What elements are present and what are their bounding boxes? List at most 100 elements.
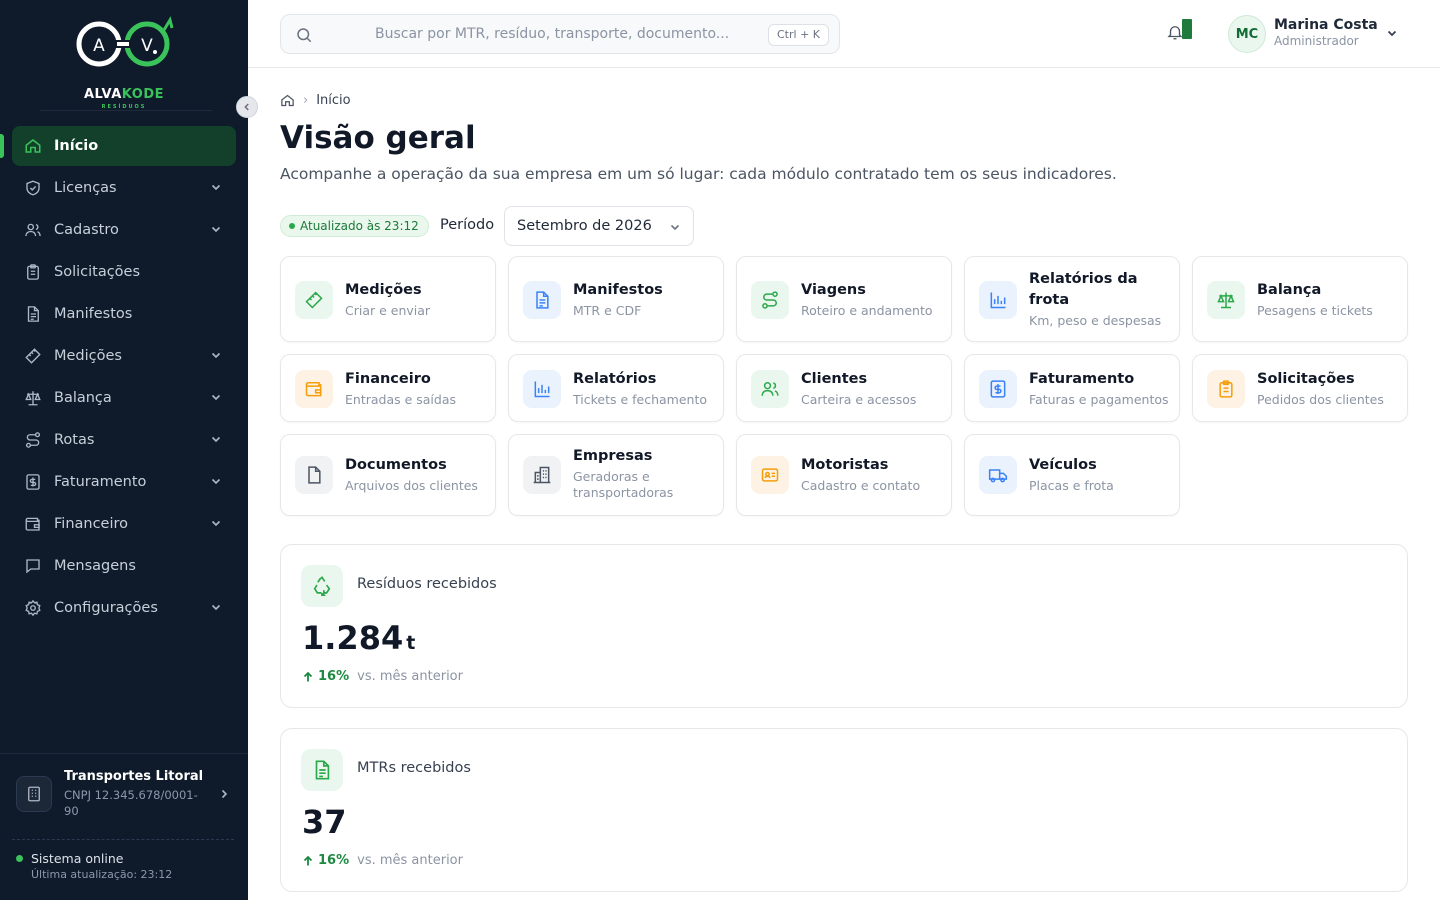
- stat-card-mtrs[interactable]: MTRs recebidos 37 16% vs. mês anterior: [280, 728, 1408, 892]
- document-icon: [523, 281, 561, 319]
- module-card-clientes[interactable]: Clientes Carteira e acessos: [736, 354, 952, 422]
- module-subtitle: Geradoras e transportadoras: [573, 469, 674, 500]
- module-subtitle: Roteiro e andamento: [801, 303, 933, 318]
- sidebar-item-label: Cadastro: [54, 222, 119, 238]
- user-name[interactable]: Marina Costa: [1274, 17, 1378, 33]
- module-subtitle: Faturas e pagamentos: [1029, 392, 1169, 407]
- route-icon: [751, 281, 789, 319]
- module-card-veiculos[interactable]: Veículos Placas e frota: [964, 434, 1180, 516]
- sidebar-item-manifestos[interactable]: Manifestos: [12, 294, 236, 334]
- module-card-empresas[interactable]: Empresas Geradoras e transportadoras: [508, 434, 724, 516]
- scale-icon: [25, 391, 41, 406]
- topbar: Buscar por MTR, resíduo, transporte, doc…: [248, 0, 1440, 68]
- updated-text: Atualizado às 23:12: [300, 219, 419, 233]
- clipboard-icon: [27, 264, 39, 280]
- module-title: Veículos: [1029, 457, 1097, 473]
- module-title: Solicitações: [1257, 371, 1355, 387]
- sidebar-item-rotas[interactable]: Rotas: [12, 420, 236, 460]
- chevron-down-icon[interactable]: [210, 181, 222, 193]
- chevron-down-icon[interactable]: [210, 391, 222, 403]
- building-icon: [523, 456, 561, 494]
- user-role: Administrador: [1274, 34, 1359, 48]
- sidebar-item-configuracoes[interactable]: Configurações: [12, 588, 236, 628]
- truck-icon: [979, 456, 1017, 494]
- search-icon: [297, 28, 312, 43]
- document-icon: [27, 306, 39, 322]
- module-title: Relatórios da frota: [1029, 271, 1138, 308]
- stat-card-residuos[interactable]: Resíduos recebidos 1.284 t 16% vs. mês an…: [280, 544, 1408, 708]
- message-icon: [26, 559, 40, 574]
- module-card-relatorios-frota[interactable]: Relatórios da frota Km, peso e despesas: [964, 256, 1180, 342]
- module-card-viagens[interactable]: Viagens Roteiro e andamento: [736, 256, 952, 342]
- sidebar-item-label: Solicitações: [54, 264, 141, 280]
- arrow-up-icon: [303, 855, 313, 865]
- home-icon: [25, 139, 41, 153]
- chevron-down-icon[interactable]: [210, 601, 222, 613]
- sidebar-item-mensagens[interactable]: Mensagens: [12, 546, 236, 586]
- module-title: Documentos: [345, 457, 447, 473]
- home-icon[interactable]: [280, 93, 295, 108]
- notification-badge: [1182, 19, 1192, 39]
- brand-wordmark: ALVAKODE: [83, 87, 164, 102]
- sidebar-item-label: Configurações: [54, 600, 158, 616]
- module-card-solicitacoes[interactable]: Solicitações Pedidos dos clientes: [1192, 354, 1408, 422]
- sidebar-item-medicoes[interactable]: Medições: [12, 336, 236, 376]
- module-card-relatorios[interactable]: Relatórios Tickets e fechamento: [508, 354, 724, 422]
- module-subtitle: Arquivos dos clientes: [345, 478, 478, 493]
- sidebar-item-licencas[interactable]: Licenças: [12, 168, 236, 208]
- sidebar-item-label: Financeiro: [54, 516, 129, 532]
- avatar[interactable]: MC: [1228, 15, 1266, 53]
- collapse-sidebar-button[interactable]: [236, 96, 258, 118]
- route-icon: [25, 432, 41, 448]
- gear-icon: [25, 599, 41, 617]
- chevron-down-icon[interactable]: [210, 223, 222, 235]
- status-dot: [289, 223, 295, 229]
- chevron-down-icon[interactable]: [210, 517, 222, 529]
- chevron-down-icon[interactable]: [210, 475, 222, 487]
- module-card-motoristas[interactable]: Motoristas Cadastro e contato: [736, 434, 952, 516]
- search-input[interactable]: Buscar por MTR, resíduo, transporte, doc…: [280, 14, 840, 54]
- sidebar-item-inicio[interactable]: Início: [0, 126, 236, 166]
- page-subtitle: Acompanhe a operação da sua empresa em u…: [280, 165, 1117, 183]
- sidebar-item-faturamento[interactable]: Faturamento: [12, 462, 236, 502]
- building-icon: [16, 776, 52, 812]
- document-icon: [301, 749, 343, 791]
- module-title: Relatórios: [573, 371, 657, 387]
- module-card-faturamento[interactable]: Faturamento Faturas e pagamentos: [964, 354, 1180, 422]
- sidebar-item-balanca[interactable]: Balança: [12, 378, 236, 418]
- period-select[interactable]: Setembro de 2026: [504, 206, 694, 246]
- clipboard-icon: [1207, 370, 1245, 408]
- shield-icon: [26, 180, 40, 196]
- module-card-medicoes[interactable]: Medições Criar e enviar: [280, 256, 496, 342]
- page-title: Visão geral: [280, 120, 476, 156]
- module-subtitle: Km, peso e despesas: [1029, 313, 1162, 328]
- period-label: Período: [440, 217, 495, 233]
- bar-chart-icon: [979, 281, 1017, 319]
- chevron-down-icon[interactable]: [1386, 27, 1398, 39]
- module-title: Medições: [345, 282, 422, 298]
- sidebar: A V ALVAKODE RESÍDUOS Início Licenças Ca…: [0, 0, 248, 900]
- chevron-down-icon[interactable]: [210, 433, 222, 445]
- stat-label: Resíduos recebidos: [357, 576, 497, 592]
- ruler-icon: [25, 348, 41, 364]
- stat-trend: 16% vs. mês anterior: [302, 669, 463, 684]
- module-card-financeiro[interactable]: Financeiro Entradas e saídas: [280, 354, 496, 422]
- company-switcher[interactable]: Transportes Litoral CNPJ 12.345.678/0001…: [0, 753, 248, 837]
- sidebar-item-financeiro[interactable]: Financeiro: [12, 504, 236, 544]
- sidebar-item-cadastro[interactable]: Cadastro: [12, 210, 236, 250]
- chevron-down-icon[interactable]: [210, 349, 222, 361]
- sidebar-item-label: Medições: [54, 348, 122, 364]
- brand-logo[interactable]: A V ALVAKODE RESÍDUOS: [0, 14, 248, 110]
- module-title: Empresas: [573, 448, 653, 464]
- invoice-icon: [979, 370, 1017, 408]
- sidebar-item-solicitacoes[interactable]: Solicitações: [12, 252, 236, 292]
- stat-number: 1.284: [302, 619, 404, 657]
- breadcrumb-current: Início: [316, 93, 351, 108]
- module-card-manifestos[interactable]: Manifestos MTR e CDF: [508, 256, 724, 342]
- module-card-balanca[interactable]: Balança Pesagens e tickets: [1192, 256, 1408, 342]
- online-indicator: [16, 855, 23, 862]
- trend-percent: 16%: [318, 853, 350, 868]
- module-card-documentos[interactable]: Documentos Arquivos dos clientes: [280, 434, 496, 516]
- module-subtitle: Criar e enviar: [345, 303, 431, 318]
- module-subtitle: Pesagens e tickets: [1257, 303, 1373, 318]
